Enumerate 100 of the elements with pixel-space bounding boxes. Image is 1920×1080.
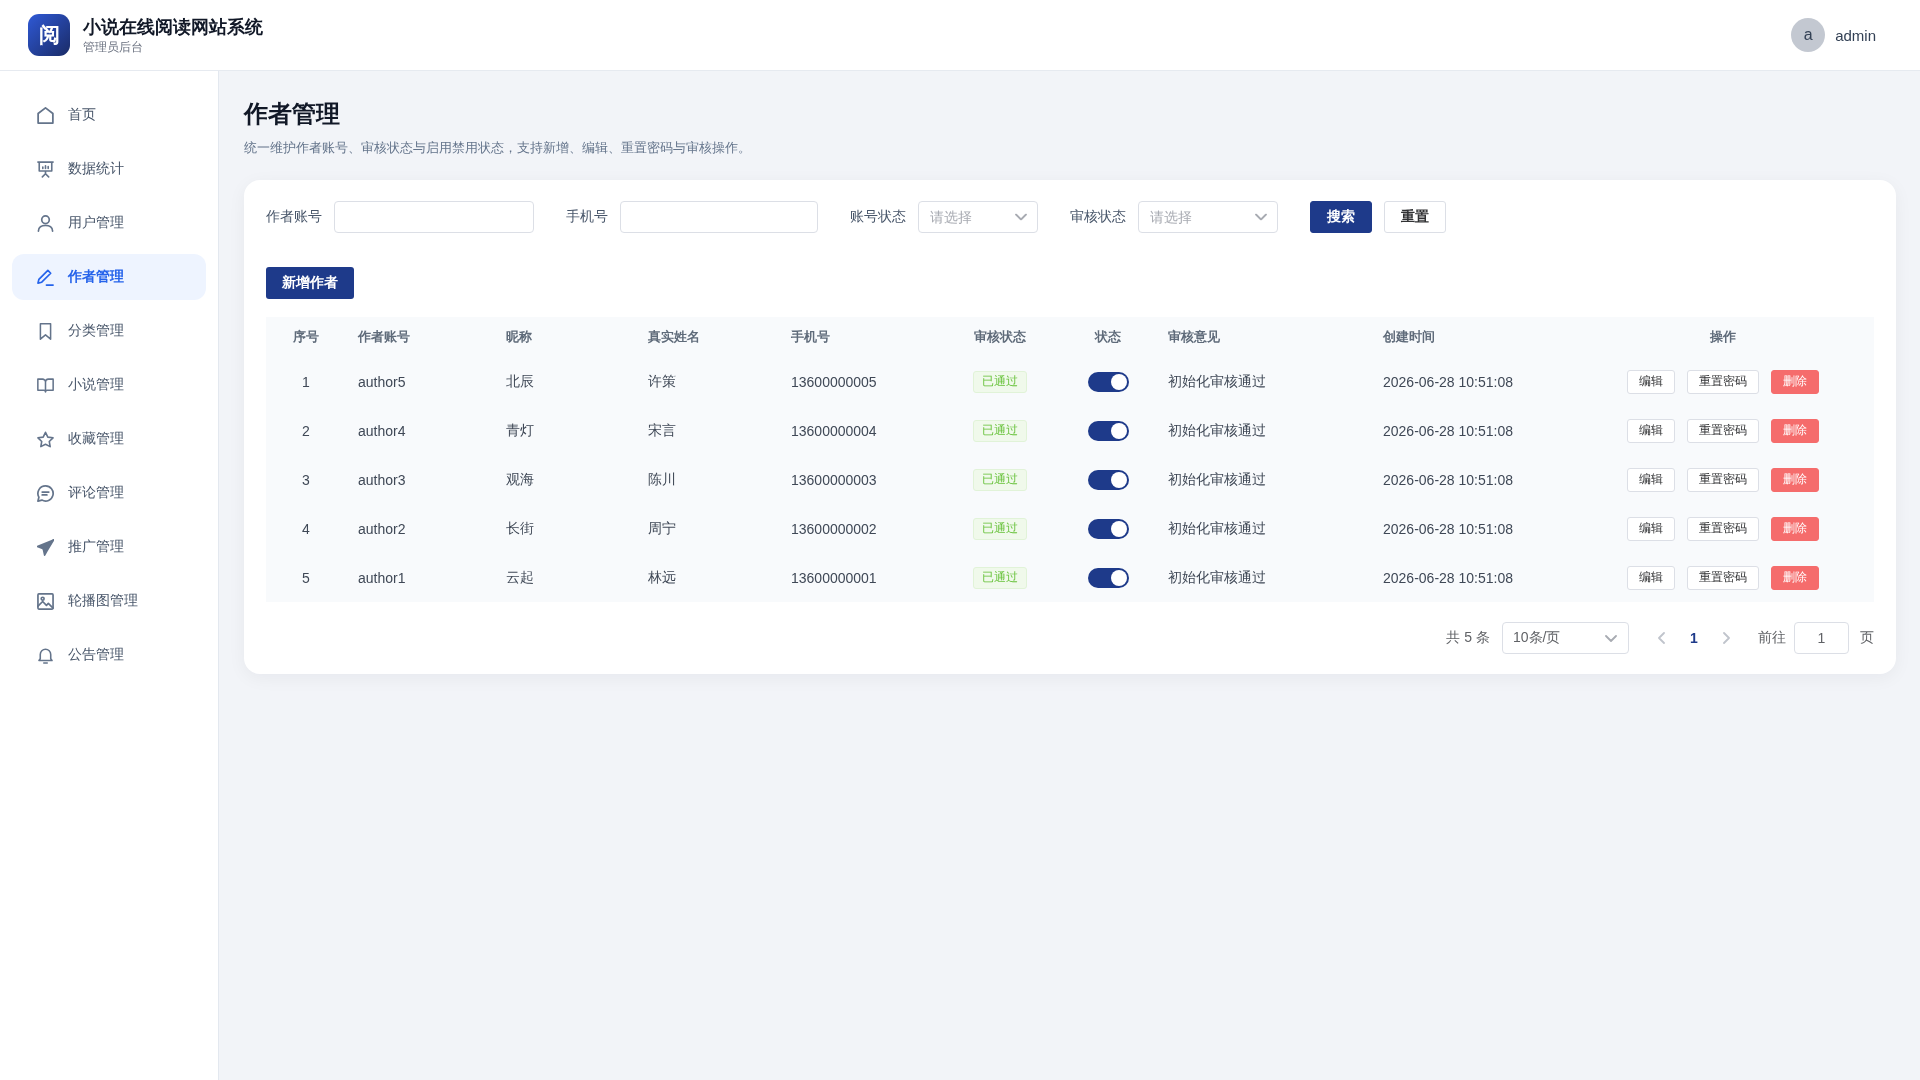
sidebar-item[interactable]: 公告管理: [12, 632, 206, 678]
bell-icon: [37, 646, 54, 664]
sidebar-item[interactable]: 评论管理: [12, 470, 206, 516]
table-cell-text: author4: [357, 421, 407, 441]
page-number[interactable]: 1: [1678, 622, 1710, 654]
column-header: 手机号: [790, 328, 831, 346]
select-field[interactable]: 请选择: [1138, 201, 1278, 233]
table-cell-text: 2026-06-28 10:51:08: [1382, 568, 1514, 588]
status-badge: 已通过: [973, 566, 1027, 589]
reset-password-button[interactable]: 重置密码: [1687, 418, 1759, 443]
table-cell-text: 2026-06-28 10:51:08: [1382, 421, 1514, 441]
app-subtitle: 管理员后台: [83, 39, 143, 55]
reset-password-button[interactable]: 重置密码: [1687, 369, 1759, 394]
image-icon: [37, 592, 54, 610]
table-cell-text: 初始化审核通过: [1167, 371, 1267, 391]
star-icon: [37, 430, 54, 448]
page-input[interactable]: 1: [1794, 622, 1849, 654]
sidebar-item[interactable]: 推广管理: [12, 524, 206, 570]
user-avatar[interactable]: a: [1791, 18, 1826, 52]
text-input[interactable]: [620, 201, 818, 233]
toggle-switch[interactable]: [1087, 469, 1129, 490]
column-header: 审核状态: [973, 328, 1027, 346]
edit-button[interactable]: 编辑: [1627, 418, 1675, 443]
app-title: 小说在线阅读网站系统: [83, 15, 263, 39]
table-cell-text: 2026-06-28 10:51:08: [1382, 372, 1514, 392]
sidebar-item[interactable]: 收藏管理: [12, 416, 206, 462]
sidebar-item[interactable]: 分类管理: [12, 308, 206, 354]
table-cell-text: 3: [301, 470, 311, 490]
table-cell-text: 13600000001: [790, 568, 878, 588]
table-cell-text: 4: [301, 519, 311, 539]
toggle-switch[interactable]: [1087, 567, 1129, 588]
toggle-switch[interactable]: [1087, 420, 1129, 441]
status-badge: 已通过: [973, 517, 1027, 540]
column-header: 作者账号: [356, 328, 411, 346]
sidebar-item[interactable]: 轮播图管理: [12, 578, 206, 624]
reset-password-button[interactable]: 重置密码: [1687, 565, 1759, 590]
pen-icon: [37, 268, 54, 286]
reset-password-button[interactable]: 重置密码: [1687, 467, 1759, 492]
table-cell-text: author1: [357, 568, 407, 588]
field-label: 作者账号: [266, 208, 322, 226]
presentation-chart-icon: [37, 160, 54, 178]
chat-bubble-icon: [37, 484, 54, 502]
table-cell-text: 云起: [505, 567, 535, 587]
table-cell-text: 青灯: [505, 420, 535, 440]
column-header: 序号: [292, 328, 320, 346]
sidebar-item[interactable]: 作者管理: [12, 254, 206, 300]
table-cell-text: 长街: [505, 518, 535, 538]
page-title: 作者管理: [244, 99, 341, 129]
reset-password-button[interactable]: 重置密码: [1687, 516, 1759, 541]
table-cell-text: 13600000004: [790, 421, 878, 441]
table-cell-text: 初始化审核通过: [1167, 420, 1267, 440]
column-header: 审核意见: [1167, 328, 1221, 346]
sidebar-item[interactable]: 数据统计: [12, 146, 206, 192]
table-cell-text: 观海: [505, 469, 535, 489]
table-cell-text: 周宁: [647, 518, 677, 538]
chevron-right-icon: [1722, 632, 1730, 644]
sidebar-item[interactable]: 小说管理: [12, 362, 206, 408]
page-description: 统一维护作者账号、审核状态与启用禁用状态，支持新增、编辑、重置密码与审核操作。: [244, 139, 752, 157]
reset-button[interactable]: 重置: [1384, 201, 1446, 233]
page-size-select[interactable]: 10条/页: [1502, 622, 1629, 654]
table-cell-text: 1: [301, 372, 311, 392]
edit-button[interactable]: 编辑: [1627, 467, 1675, 492]
text-input[interactable]: [334, 201, 534, 233]
column-header: 昵称: [505, 328, 533, 346]
app-logo: 阅: [28, 14, 70, 56]
page-suffix: 页: [1860, 629, 1874, 647]
sidebar-item[interactable]: 首页: [12, 92, 206, 138]
edit-button[interactable]: 编辑: [1627, 369, 1675, 394]
field-label: 手机号: [566, 208, 608, 226]
total-count: 共 5 条: [1446, 629, 1490, 647]
column-header: 操作: [1709, 328, 1737, 346]
table-cell-text: 2026-06-28 10:51:08: [1382, 470, 1514, 490]
sidebar-item[interactable]: 用户管理: [12, 200, 206, 246]
add-author-button[interactable]: 新增作者: [266, 267, 354, 299]
toggle-switch[interactable]: [1087, 518, 1129, 539]
status-badge: 已通过: [973, 419, 1027, 442]
table-cell-text: 陈川: [647, 469, 677, 489]
book-icon: [37, 376, 54, 394]
table-cell-text: 13600000005: [790, 372, 878, 392]
table-cell-text: author2: [357, 519, 407, 539]
field-label: 账号状态: [850, 208, 906, 226]
toggle-switch[interactable]: [1087, 371, 1129, 392]
search-button[interactable]: 搜索: [1310, 201, 1372, 233]
table-cell-text: 13600000002: [790, 519, 878, 539]
table-cell-text: 北辰: [505, 371, 535, 391]
table-cell-text: 2: [301, 421, 311, 441]
column-header: 创建时间: [1382, 328, 1436, 346]
field-label: 审核状态: [1070, 208, 1126, 226]
table-cell-text: 初始化审核通过: [1167, 567, 1267, 587]
select-field[interactable]: 请选择: [918, 201, 1038, 233]
user-name[interactable]: admin: [1835, 26, 1876, 44]
edit-button[interactable]: 编辑: [1627, 516, 1675, 541]
status-badge: 已通过: [973, 468, 1027, 491]
chevron-down-icon: [1015, 213, 1027, 221]
chevron-down-icon: [1255, 213, 1267, 221]
status-badge: 已通过: [973, 370, 1027, 393]
column-header: 真实姓名: [647, 328, 701, 346]
table-cell-text: 5: [301, 568, 311, 588]
user-icon: [37, 214, 54, 232]
edit-button[interactable]: 编辑: [1627, 565, 1675, 590]
